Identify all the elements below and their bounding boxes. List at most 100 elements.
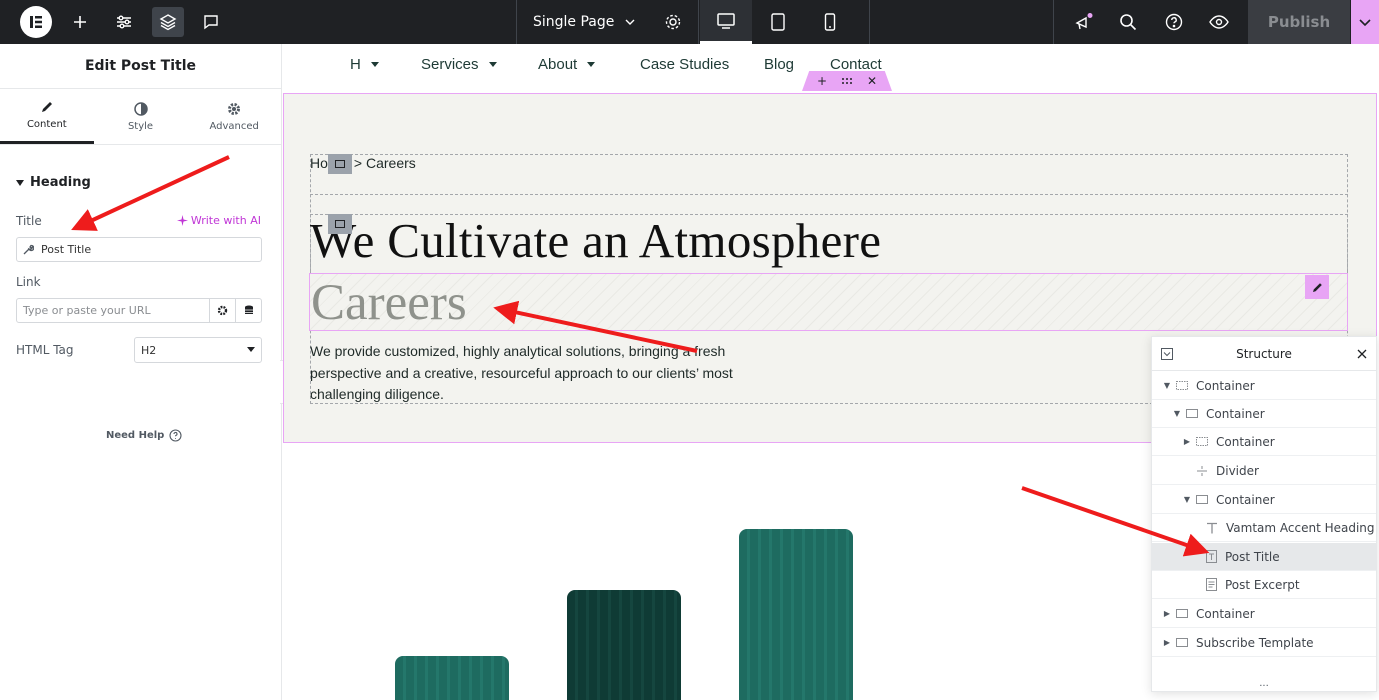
nav-label: About [538,56,578,73]
nav-label: Case Studies [640,56,730,73]
caret-down-icon [488,62,497,67]
nav-label: H [350,56,361,73]
nav-item-contact[interactable]: Contact [830,56,882,73]
help-icon [169,429,182,442]
tablet-view-icon[interactable] [752,0,804,44]
structure-row-label: Post Excerpt [1225,577,1300,592]
top-bar: Single Page Publish [0,0,1379,44]
link-field: Type or paste your URL [16,298,262,323]
comments-icon[interactable] [195,7,227,37]
structure-row-container[interactable]: ▶ Container [1152,428,1376,456]
html-tag-select[interactable]: H2 [134,337,262,363]
structure-row-divider[interactable]: Divider [1152,457,1376,485]
structure-row-container[interactable]: ▼ Container [1152,486,1376,514]
close-icon[interactable] [1357,349,1367,359]
html-tag-label: HTML Tag [16,343,74,357]
post-excerpt[interactable]: We provide customized, highly analytical… [310,341,780,406]
structure-row-post-excerpt[interactable]: Post Excerpt [1152,571,1376,599]
divider [698,0,699,44]
tab-style-label: Style [127,120,154,132]
section-heading-toggle[interactable]: Heading [16,175,91,190]
decorative-bar-image [739,529,853,700]
title-input[interactable]: Post Title [16,237,262,262]
nav-label: Services [421,56,479,73]
resize-handle[interactable]: ... [1152,678,1376,689]
caret-down-icon: ▼ [1183,495,1191,504]
container-icon [1196,437,1208,446]
caret-right-icon: ▶ [1183,437,1191,446]
breadcrumb: Ho > Careers [310,155,416,171]
desktop-view-icon[interactable] [700,0,752,44]
decorative-bar-image [567,590,681,700]
decorative-bar-image [395,656,509,700]
add-element-button[interactable] [64,7,96,37]
container-handle[interactable]: + ✕ [802,71,892,91]
structure-row-container[interactable]: ▼ Container [1152,400,1376,428]
collapse-panel-icon[interactable] [1161,348,1173,360]
structure-row-subscribe-template[interactable]: ▶ Subscribe Template [1152,629,1376,657]
structure-row-container[interactable]: ▶ Container [1152,600,1376,628]
template-icon [1176,638,1188,647]
drag-handle-icon[interactable] [841,77,853,85]
nav-item-about[interactable]: About [538,56,596,73]
accent-heading[interactable]: We Cultivate an Atmosphere [310,212,881,269]
structure-row-accent-heading[interactable]: Vamtam Accent Heading [1152,514,1376,542]
breadcrumb-current: > Careers [353,155,416,171]
structure-row-label: Container [1196,606,1255,621]
tab-advanced[interactable]: Advanced [187,89,281,144]
chevron-down-icon [1359,19,1371,27]
search-icon[interactable] [1112,7,1144,37]
gear-icon[interactable] [664,13,682,31]
structure-row-post-title[interactable]: Post Title [1152,543,1376,571]
structure-row-label: Post Title [1225,549,1280,564]
notifications-megaphone-icon[interactable] [1068,7,1100,37]
publish-options-button[interactable] [1351,0,1379,44]
container-icon [1186,409,1198,418]
preview-eye-icon[interactable] [1203,7,1235,37]
editor-panel: Edit Post Title Content Style Advanced H… [0,44,282,700]
need-help-link[interactable]: Need Help [106,429,182,442]
breadcrumb-divider [310,154,1348,195]
help-icon[interactable] [1158,7,1190,37]
link-input[interactable]: Type or paste your URL [17,304,209,317]
caret-down-icon [587,62,596,67]
mobile-view-icon[interactable] [804,0,856,44]
nav-item-case-studies[interactable]: Case Studies [640,56,729,73]
post-title-icon [1206,550,1217,563]
section-heading-label: Heading [30,175,91,190]
breadcrumb-home[interactable]: Ho [310,155,328,171]
write-with-ai-button[interactable]: Write with AI [176,214,261,227]
container-widget-icon[interactable] [328,214,352,234]
page-selector-label: Single Page [533,14,615,30]
structure-layers-icon[interactable] [152,7,184,37]
page-selector[interactable]: Single Page [518,0,682,44]
close-icon[interactable]: ✕ [867,74,877,88]
edit-widget-pencil-icon[interactable] [1305,275,1329,299]
post-excerpt-icon [1206,578,1217,591]
gear-icon [228,102,241,115]
structure-title: Structure [1236,346,1292,361]
nav-item-blog[interactable]: Blog [764,56,794,73]
dynamic-tags-database-icon[interactable] [235,299,261,322]
caret-right-icon: ▶ [1163,638,1171,647]
caret-down-icon: ▼ [1173,409,1181,418]
divider [869,0,870,44]
caret-right-icon: ▶ [1163,609,1171,618]
publish-button[interactable]: Publish [1248,0,1350,44]
caret-down-icon [247,347,255,352]
tab-content[interactable]: Content [0,89,94,144]
elementor-logo-icon[interactable] [20,6,52,38]
add-icon[interactable]: + [817,74,827,88]
structure-row-label: Container [1216,434,1275,449]
link-options-gear-icon[interactable] [209,299,235,322]
nav-item-services[interactable]: Services [421,56,497,73]
site-settings-icon[interactable] [108,7,140,37]
structure-row-container[interactable]: ▼ Container [1152,372,1376,400]
nav-item-h[interactable]: H [350,56,379,73]
tab-content-label: Content [26,119,67,130]
tab-style[interactable]: Style [94,89,188,144]
caret-down-icon: ▼ [1163,381,1171,390]
post-title[interactable]: Careers [311,274,467,332]
container-widget-icon[interactable] [328,154,352,174]
wrench-icon [23,244,34,255]
